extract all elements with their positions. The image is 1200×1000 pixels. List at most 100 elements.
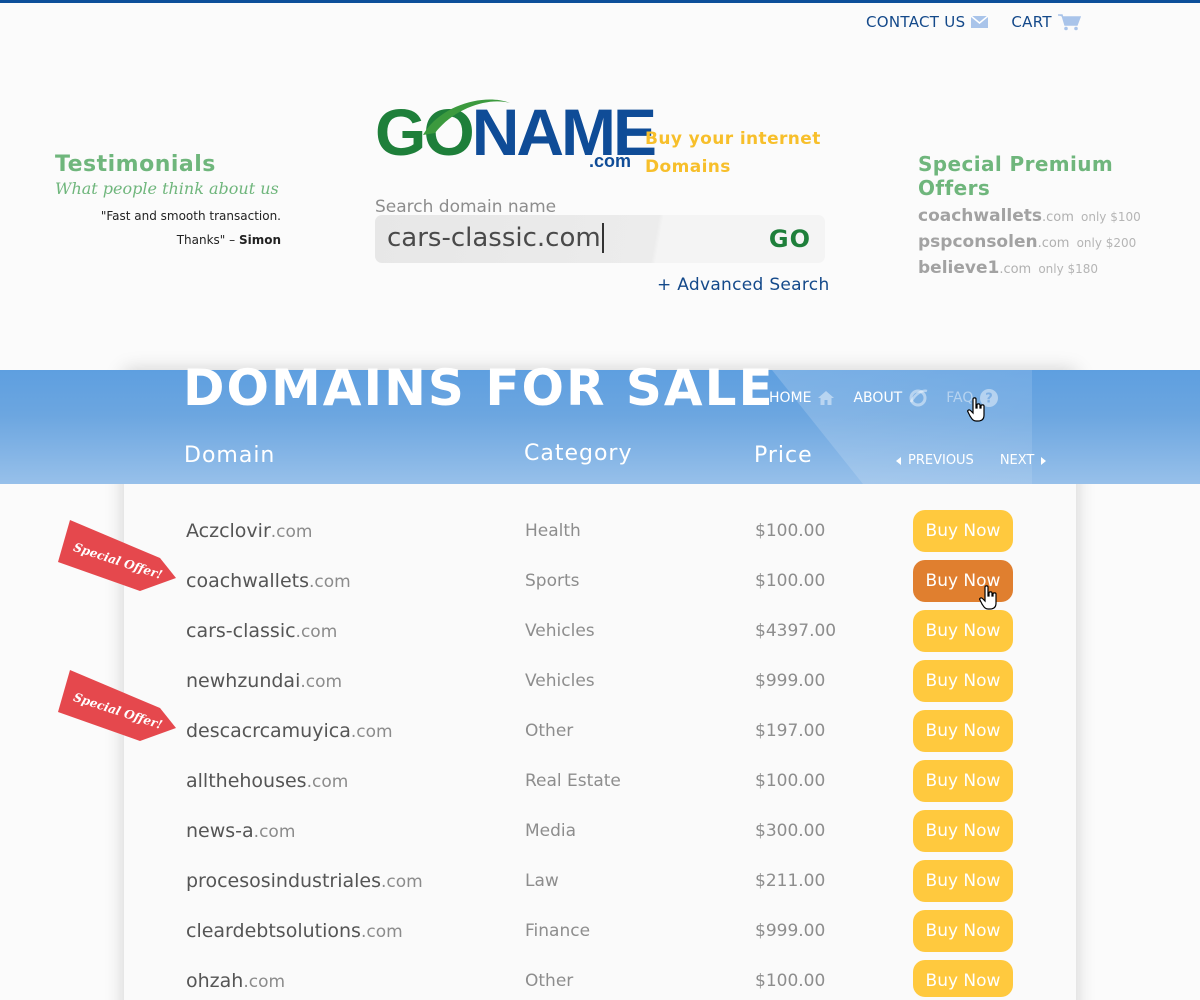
special-offer-ribbon: Special Offer! (58, 520, 176, 591)
domain-tld: .com (381, 872, 423, 892)
nav-about[interactable]: ABOUT (853, 388, 928, 408)
price-cell: $197.00 (755, 721, 826, 741)
table-row: cleardebtsolutions.com Finance $999.00 B… (0, 910, 1200, 961)
premium-offer-price: only $100 (1081, 210, 1141, 224)
table-row: news-a.com Media $300.00 Buy Now (0, 810, 1200, 861)
domain-cell[interactable]: cleardebtsolutions.com (186, 911, 403, 952)
buy-now-button[interactable]: Buy Now (913, 910, 1013, 952)
domain-tld: .com (243, 972, 286, 992)
domain-tld: .com (270, 522, 313, 542)
table-row: ohzah.com Other $100.00 Buy Now (0, 960, 1200, 1000)
domain-name: coachwallets (186, 570, 309, 592)
advanced-search-link[interactable]: + Advanced Search (657, 275, 830, 295)
logo-tagline-line1: Buy your internet (645, 129, 821, 149)
next-page-link[interactable]: NEXT (1000, 453, 1047, 468)
premium-offer-item[interactable]: believe1.com only $180 (918, 258, 1178, 278)
testimonials-title: Testimonials (55, 152, 216, 177)
premium-offer-name: pspconsolen (918, 232, 1038, 252)
price-cell: $100.00 (755, 971, 826, 991)
domain-cell[interactable]: coachwallets.com (186, 561, 351, 602)
domain-name: news-a (186, 820, 254, 842)
domain-name: ohzah (186, 970, 244, 992)
caret-left-icon (896, 456, 901, 465)
price-cell: $100.00 (755, 521, 826, 541)
buy-now-button[interactable]: Buy Now (913, 960, 1013, 997)
price-cell: $4397.00 (755, 621, 837, 641)
category-cell: Vehicles (525, 671, 595, 691)
premium-offer-name: coachwallets (918, 206, 1043, 226)
contact-us-link[interactable]: CONTACT US (866, 13, 989, 31)
column-header-domain[interactable]: Domain (184, 443, 275, 468)
price-cell: $999.00 (755, 671, 826, 691)
logo-com: .com (589, 151, 632, 171)
category-cell: Finance (525, 921, 591, 941)
testimonial-quote-line2: Thanks" – Simon (55, 228, 281, 252)
category-cell: Other (525, 721, 574, 741)
premium-offer-item[interactable]: pspconsolen.com only $200 (918, 232, 1178, 252)
domain-name: newhzundai (186, 670, 301, 692)
nav-home-label: HOME (769, 390, 812, 406)
domain-search-input[interactable]: cars-classic.com (387, 223, 604, 253)
domain-cell[interactable]: descacrcamuyica.com (186, 711, 393, 752)
premium-offer-price: only $200 (1076, 236, 1137, 250)
testimonial-quote: "Fast and smooth transaction. Thanks" – … (55, 204, 281, 252)
column-header-price[interactable]: Price (754, 443, 813, 468)
domain-name: descacrcamuyica (186, 720, 351, 742)
cart-icon (1057, 13, 1081, 31)
top-accent-line (0, 0, 1200, 3)
domain-name: cars-classic (186, 620, 296, 642)
nav-home[interactable]: HOME (769, 390, 835, 406)
domain-cell[interactable]: ohzah.com (186, 961, 285, 1000)
buy-now-button[interactable]: Buy Now (913, 510, 1013, 552)
domain-name: allthehouses (186, 770, 307, 792)
domains-for-sale-title: DOMAINS FOR SALE (183, 359, 775, 417)
domain-cell[interactable]: cars-classic.com (186, 611, 337, 652)
domain-tld: .com (300, 672, 343, 692)
category-cell: Vehicles (525, 621, 595, 641)
category-cell: Other (525, 971, 574, 991)
domain-cell[interactable]: Aczclovir.com (186, 511, 313, 552)
logo-tagline-line2: Domains (645, 157, 731, 177)
buy-now-button[interactable]: Buy Now (913, 860, 1013, 902)
category-cell: Law (525, 871, 559, 891)
domain-name: procesosindustriales (186, 870, 382, 892)
top-links: CONTACT US CART (866, 13, 1081, 31)
domain-tld: .com (306, 772, 349, 792)
domain-tld: .com (350, 722, 393, 742)
table-row: coachwallets.com Sports $100.00 Buy Now (0, 560, 1200, 611)
table-row: Aczclovir.com Health $100.00 Buy Now (0, 510, 1200, 561)
price-cell: $100.00 (755, 571, 826, 591)
search-label: Search domain name (375, 197, 557, 217)
logo-swoosh-icon (423, 99, 510, 135)
premium-offer-tld: .com (999, 262, 1032, 277)
home-icon (818, 391, 835, 405)
previous-label: PREVIOUS (908, 453, 974, 468)
testimonial-author: Simon (238, 233, 281, 247)
premium-offer-item[interactable]: coachwallets.com only $100 (918, 206, 1178, 226)
go-button[interactable]: GO (769, 225, 811, 253)
table-row: allthehouses.com Real Estate $100.00 Buy… (0, 760, 1200, 811)
testimonials-subtitle: What people think about us (55, 179, 279, 198)
buy-now-button[interactable]: Buy Now (913, 660, 1013, 702)
search-box: cars-classic.com GO (375, 215, 825, 263)
previous-page-link[interactable]: PREVIOUS (896, 453, 974, 468)
special-offer-ribbon: Special Offer! (58, 670, 176, 741)
category-cell: Media (525, 821, 577, 841)
nav-about-label: ABOUT (853, 390, 903, 406)
price-cell: $211.00 (755, 871, 826, 891)
pager: PREVIOUS NEXT (896, 453, 1047, 468)
buy-now-button[interactable]: Buy Now (913, 610, 1013, 652)
domain-cell[interactable]: allthehouses.com (186, 761, 348, 802)
domain-cell[interactable]: news-a.com (186, 811, 295, 852)
column-header-category[interactable]: Category (524, 441, 633, 466)
testimonial-quote-line1: "Fast and smooth transaction. (100, 209, 281, 223)
goname-logo[interactable]: GONAME .com Buy your internet Domains (375, 95, 825, 177)
buy-now-button[interactable]: Buy Now (913, 810, 1013, 852)
domain-cell[interactable]: newhzundai.com (186, 661, 342, 702)
cart-link[interactable]: CART (1011, 13, 1081, 31)
buy-now-button[interactable]: Buy Now (913, 760, 1013, 802)
logo-tagline: Buy your internet Domains (645, 125, 821, 181)
buy-now-button[interactable]: Buy Now (913, 710, 1013, 752)
table-row: cars-classic.com Vehicles $4397.00 Buy N… (0, 610, 1200, 661)
domain-cell[interactable]: procesosindustriales.com (186, 861, 423, 902)
